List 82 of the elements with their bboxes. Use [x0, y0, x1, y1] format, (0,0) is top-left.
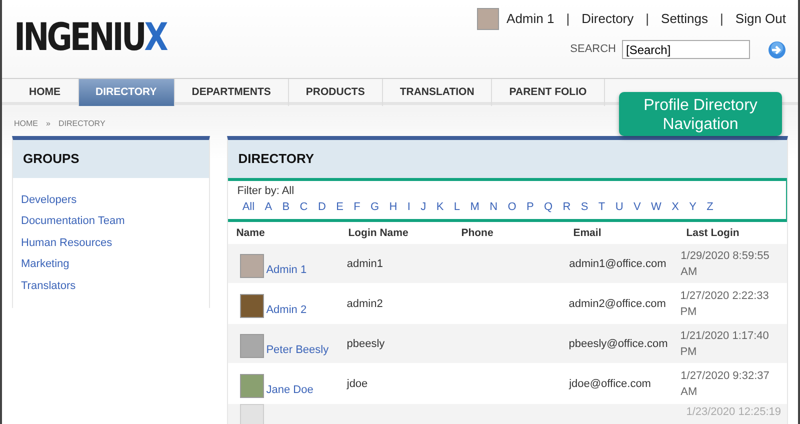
- letter-link[interactable]: X: [666, 199, 684, 216]
- panel-title: GROUPS: [13, 140, 210, 178]
- header-link[interactable]: Directory: [582, 9, 634, 29]
- email-address: admin2@office.com: [568, 297, 666, 312]
- letter-link[interactable]: P: [521, 199, 539, 216]
- avatar-placeholder: [240, 334, 264, 358]
- avatar-placeholder: [240, 294, 264, 318]
- letter-link[interactable]: R: [558, 199, 576, 216]
- column-header: Name: [236, 226, 266, 240]
- login-name: admin2: [346, 297, 383, 312]
- letter-link[interactable]: Q: [538, 199, 558, 216]
- nav-tab[interactable]: DEPARTMENTS: [174, 79, 289, 106]
- search-label: SEARCH: [570, 42, 616, 58]
- letter-link[interactable]: H: [384, 199, 402, 216]
- header-link[interactable]: Sign Out: [735, 9, 786, 29]
- user-name-link[interactable]: Peter Beesly: [266, 342, 329, 358]
- email-address: pbeesly@office.com: [568, 337, 668, 352]
- separator-text: |: [565, 10, 571, 28]
- letter-link[interactable]: G: [365, 199, 384, 216]
- letter-link[interactable]: V: [628, 199, 646, 216]
- last-login: 1/29/2020 8:59:55 AM: [680, 248, 770, 280]
- separator-text: |: [719, 10, 724, 28]
- login-name: pbeesly: [346, 337, 385, 352]
- breadcrumb-separator: »: [46, 118, 50, 130]
- avatar-placeholder: [240, 404, 264, 424]
- email-address: jdoe@office.com: [569, 377, 651, 392]
- header-link[interactable]: Settings: [661, 9, 708, 29]
- breadcrumb-link[interactable]: HOME: [14, 118, 38, 130]
- column-header: Email: [573, 226, 602, 240]
- callout-label: Profile Directory Navigation: [619, 92, 782, 136]
- letter-link[interactable]: Z: [702, 199, 718, 216]
- group-link[interactable]: Marketing: [21, 256, 202, 272]
- column-header: Login Name: [348, 226, 410, 240]
- letter-link[interactable]: Y: [684, 199, 702, 216]
- letter-link[interactable]: A: [260, 199, 278, 216]
- last-login: 1/27/2020 9:32:37 AM: [680, 368, 770, 400]
- letter-link[interactable]: E: [330, 199, 349, 216]
- separator-text: |: [644, 10, 650, 28]
- user-name-link[interactable]: Admin 1: [266, 262, 307, 278]
- user-name-link[interactable]: Admin 2: [266, 302, 307, 318]
- group-link[interactable]: Translators: [21, 278, 202, 294]
- letter-link[interactable]: O: [502, 199, 522, 216]
- letter-link[interactable]: I: [402, 199, 416, 216]
- column-header: Phone: [461, 226, 494, 240]
- letter-link[interactable]: K: [431, 199, 449, 216]
- group-link[interactable]: Documentation Team: [21, 213, 202, 230]
- last-login: 1/21/2020 1:17:40 PM: [680, 328, 770, 360]
- login-name: admin1: [346, 257, 383, 272]
- letter-link[interactable]: L: [448, 199, 466, 216]
- nav-tab[interactable]: TRANSLATION: [382, 79, 492, 106]
- login-name: jdoe: [346, 377, 368, 392]
- logo: INGENIUX: [14, 18, 166, 61]
- nav-tab[interactable]: PARENT FOLIO: [492, 79, 605, 106]
- group-link[interactable]: Developers: [21, 192, 202, 208]
- avatar-placeholder: [476, 8, 499, 30]
- search-field[interactable]: [Search]: [622, 40, 750, 59]
- user-name-link[interactable]: Jane Doe: [266, 382, 314, 398]
- last-login: 1/27/2020 2:22:33 PM: [680, 288, 770, 320]
- letter-link[interactable]: All: [237, 199, 260, 216]
- letter-link[interactable]: S: [576, 199, 594, 216]
- email-address: admin1@office.com: [569, 257, 666, 272]
- group-link[interactable]: Human Resources: [21, 234, 202, 251]
- avatar-placeholder: [240, 374, 264, 398]
- avatar-placeholder: [240, 254, 264, 278]
- letter-link[interactable]: T: [593, 199, 610, 216]
- breadcrumb-current: DIRECTORY: [58, 118, 106, 130]
- last-login: 1/23/2020 12:25:19: [686, 405, 782, 420]
- letter-link[interactable]: N: [484, 199, 503, 216]
- nav-tab[interactable]: PRODUCTS: [288, 79, 383, 106]
- nav-tab[interactable]: DIRECTORY: [78, 79, 175, 106]
- letter-link[interactable]: W: [646, 199, 666, 216]
- letter-link[interactable]: C: [294, 199, 313, 216]
- panel-title: DIRECTORY: [228, 140, 787, 178]
- letter-link[interactable]: U: [610, 199, 628, 216]
- letter-link[interactable]: F: [348, 199, 366, 216]
- letter-link[interactable]: J: [416, 199, 432, 216]
- letter-link[interactable]: M: [465, 199, 484, 216]
- user-link[interactable]: Admin 1: [506, 9, 554, 29]
- filter-label: Filter by: All: [237, 184, 296, 198]
- letter-link[interactable]: B: [277, 199, 295, 216]
- letter-link[interactable]: D: [312, 199, 331, 216]
- column-header: Last Login: [686, 226, 740, 240]
